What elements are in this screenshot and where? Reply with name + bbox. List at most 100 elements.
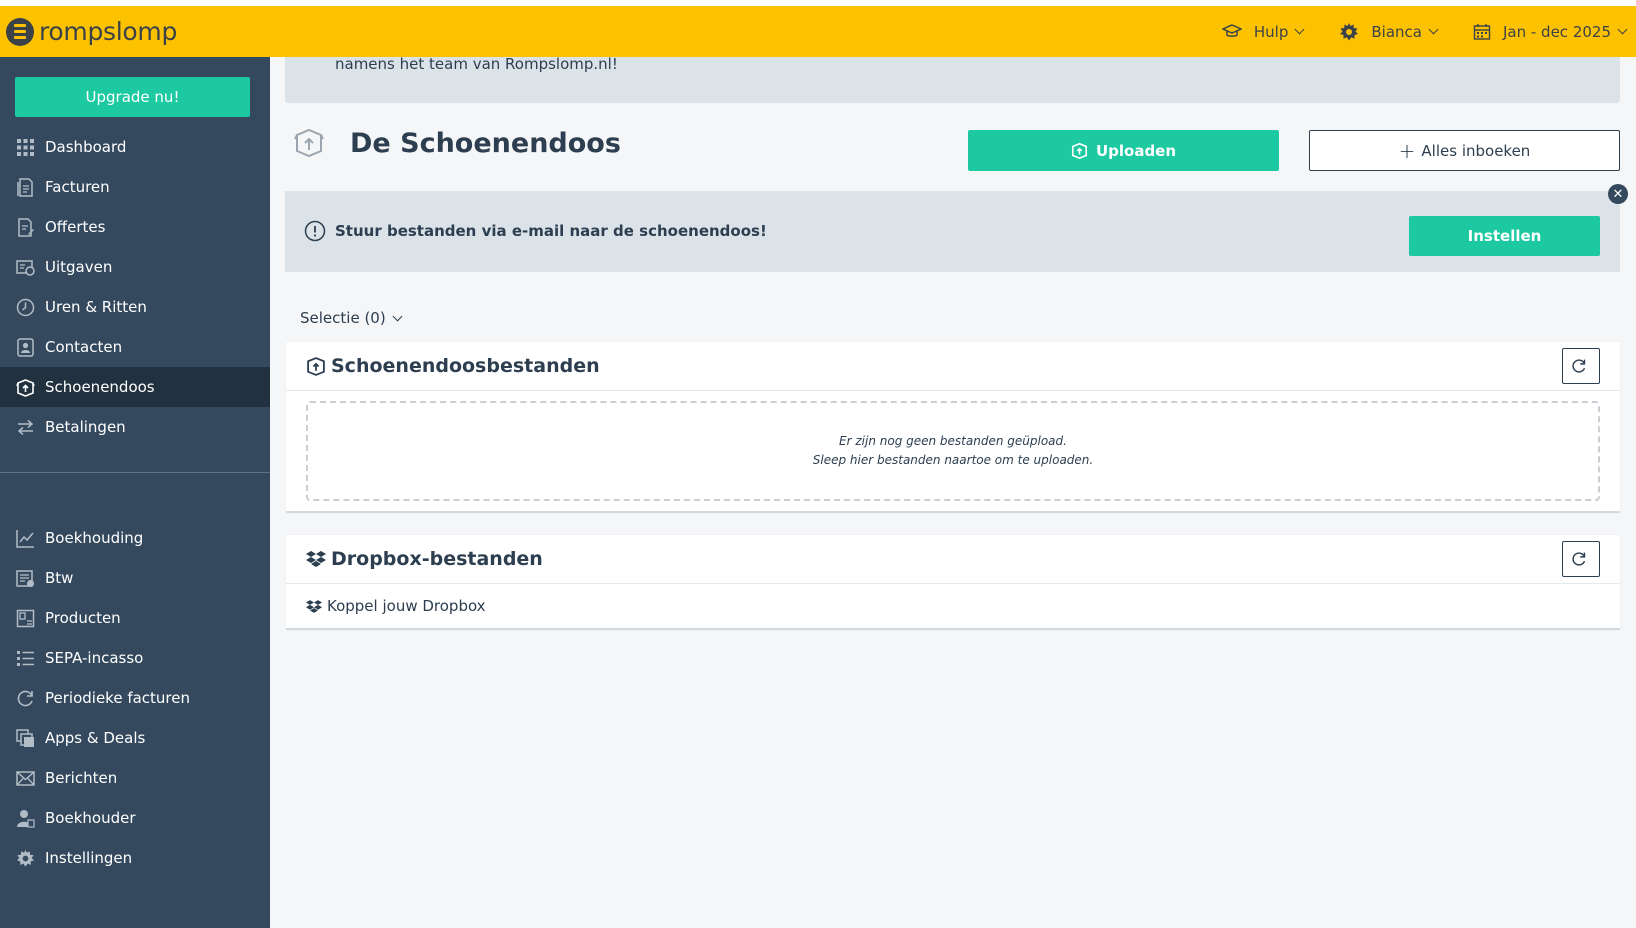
dropzone-line-2: Sleep hier bestanden naartoe om te uploa…: [812, 453, 1094, 467]
sidebar-item-label: Facturen: [45, 178, 110, 196]
mail-icon: [15, 768, 35, 788]
expenses-icon: [15, 257, 35, 277]
graduation-cap-icon: [1221, 23, 1242, 37]
sidebar-item-label: Boekhouder: [45, 809, 136, 827]
sidebar-item-label: Uitgaven: [45, 258, 113, 276]
upload-button[interactable]: Uploaden: [968, 130, 1279, 171]
chart-icon: [15, 528, 35, 548]
instellen-button[interactable]: Instellen: [1409, 216, 1600, 256]
plus-icon: +: [1398, 138, 1416, 163]
chevron-down-icon: [1428, 24, 1439, 35]
sidebar-item-producten[interactable]: Producten: [0, 598, 270, 638]
sidebar-item-label: Boekhouding: [45, 529, 144, 547]
selection-label: Selectie (0): [300, 309, 386, 327]
chevron-down-icon: [1294, 24, 1305, 35]
email-notice-text: Stuur bestanden via e-mail naar de schoe…: [335, 222, 767, 240]
sidebar-item-schoenendoos[interactable]: Schoenendoos: [0, 367, 270, 407]
sidebar-item-boekhouder[interactable]: Boekhouder: [0, 798, 270, 838]
email-notice-box: Stuur bestanden via e-mail naar de schoe…: [285, 191, 1620, 272]
top-banner: namens het team van Rompslomp.nl!: [285, 56, 1620, 103]
gear-icon: [1340, 22, 1359, 40]
product-icon: [15, 608, 35, 628]
dropbox-icon: [306, 551, 326, 567]
sidebar-item-label: Betalingen: [45, 418, 126, 436]
chevron-down-icon: [1617, 24, 1628, 35]
shoebox-icon: [1071, 142, 1087, 159]
user-label: Bianca: [1371, 22, 1422, 41]
list-icon: [15, 648, 35, 668]
gear-icon: [15, 848, 35, 868]
period-menu[interactable]: Jan - dec 2025: [1473, 22, 1628, 41]
shoebox-icon: [307, 357, 325, 376]
sidebar-nav-primary: Dashboard Facturen Offertes Uitgaven Ure…: [0, 127, 270, 447]
top-bar: rompslomp Hulp Bianca Jan - dec 2025: [0, 6, 1636, 57]
clock-icon: [15, 297, 35, 317]
shoebox-files-card: Schoenendoosbestanden Er zijn nog geen b…: [286, 342, 1620, 513]
sidebar-item-contacten[interactable]: Contacten: [0, 327, 270, 367]
sidebar-item-dashboard[interactable]: Dashboard: [0, 127, 270, 167]
upgrade-button[interactable]: Upgrade nu!: [15, 77, 250, 117]
main-content: namens het team van Rompslomp.nl! De Sch…: [270, 56, 1636, 928]
tax-icon: [15, 568, 35, 588]
sidebar-item-label: Producten: [45, 609, 121, 627]
sidebar-item-instellingen[interactable]: Instellingen: [0, 838, 270, 878]
sidebar-item-facturen[interactable]: Facturen: [0, 167, 270, 207]
refresh-button[interactable]: [1562, 348, 1600, 384]
sidebar-item-label: Berichten: [45, 769, 118, 787]
user-menu[interactable]: Bianca: [1339, 22, 1439, 42]
logo[interactable]: rompslomp: [6, 17, 177, 46]
transfer-icon: [15, 417, 35, 437]
quote-icon: [15, 217, 35, 237]
dropzone-line-1: Er zijn nog geen bestanden geüpload.: [839, 434, 1067, 448]
refresh-icon: [1571, 359, 1585, 373]
upload-label: Uploaden: [1095, 141, 1177, 160]
sidebar-item-offertes[interactable]: Offertes: [0, 207, 270, 247]
sidebar-item-apps-deals[interactable]: Apps & Deals: [0, 718, 270, 758]
invoice-icon: [15, 177, 35, 197]
calendar-icon: [1473, 23, 1491, 40]
book-all-button[interactable]: + Alles inboeken: [1309, 130, 1620, 171]
apps-icon: [15, 728, 35, 748]
help-menu[interactable]: Hulp: [1221, 22, 1305, 41]
sidebar-item-btw[interactable]: Btw: [0, 558, 270, 598]
help-label: Hulp: [1253, 22, 1289, 41]
sidebar-item-label: SEPA-incasso: [45, 649, 144, 667]
sidebar-divider: [0, 472, 270, 473]
page-title: De Schoenendoos: [350, 128, 621, 159]
sidebar-item-label: Btw: [45, 569, 74, 587]
sidebar-item-sepa-incasso[interactable]: SEPA-incasso: [0, 638, 270, 678]
period-label: Jan - dec 2025: [1502, 22, 1611, 41]
grid-icon: [15, 137, 35, 157]
accountant-icon: [15, 808, 35, 828]
selection-dropdown[interactable]: Selectie (0): [300, 309, 403, 327]
sidebar-item-label: Uren & Ritten: [45, 298, 147, 316]
sidebar-item-label: Schoenendoos: [45, 378, 155, 396]
file-dropzone[interactable]: Er zijn nog geen bestanden geüpload. Sle…: [306, 401, 1600, 501]
dropbox-icon: [306, 599, 322, 613]
sidebar: Upgrade nu! Dashboard Facturen Offertes …: [0, 57, 270, 928]
connect-dropbox-link[interactable]: Koppel jouw Dropbox: [286, 584, 1620, 628]
sidebar-item-betalingen[interactable]: Betalingen: [0, 407, 270, 447]
card-title: Dropbox-bestanden: [331, 548, 543, 570]
refresh-icon: [15, 688, 35, 708]
sidebar-item-uren-ritten[interactable]: Uren & Ritten: [0, 287, 270, 327]
sidebar-item-uitgaven[interactable]: Uitgaven: [0, 247, 270, 287]
refresh-icon: [1571, 552, 1585, 566]
book-all-label: Alles inboeken: [1421, 141, 1531, 160]
chevron-down-icon: [392, 311, 403, 321]
sidebar-item-periodieke-facturen[interactable]: Periodieke facturen: [0, 678, 270, 718]
dropbox-files-card: Dropbox-bestanden Koppel jouw Dropbox: [286, 535, 1620, 630]
sidebar-item-label: Periodieke facturen: [45, 689, 190, 707]
logo-text: rompslomp: [39, 17, 178, 46]
sidebar-nav-secondary: Boekhouding Btw Producten SEPA-incasso P…: [0, 518, 270, 878]
card-header: Schoenendoosbestanden: [286, 342, 1620, 391]
shoebox-icon: [294, 128, 324, 157]
sidebar-item-label: Contacten: [45, 338, 123, 356]
refresh-button[interactable]: [1562, 541, 1600, 577]
shoebox-icon: [15, 377, 35, 397]
sidebar-item-berichten[interactable]: Berichten: [0, 758, 270, 798]
sidebar-item-label: Apps & Deals: [45, 729, 146, 747]
sidebar-item-boekhouding[interactable]: Boekhouding: [0, 518, 270, 558]
sidebar-item-label: Offertes: [45, 218, 106, 236]
close-icon[interactable]: ✕: [1608, 184, 1628, 204]
